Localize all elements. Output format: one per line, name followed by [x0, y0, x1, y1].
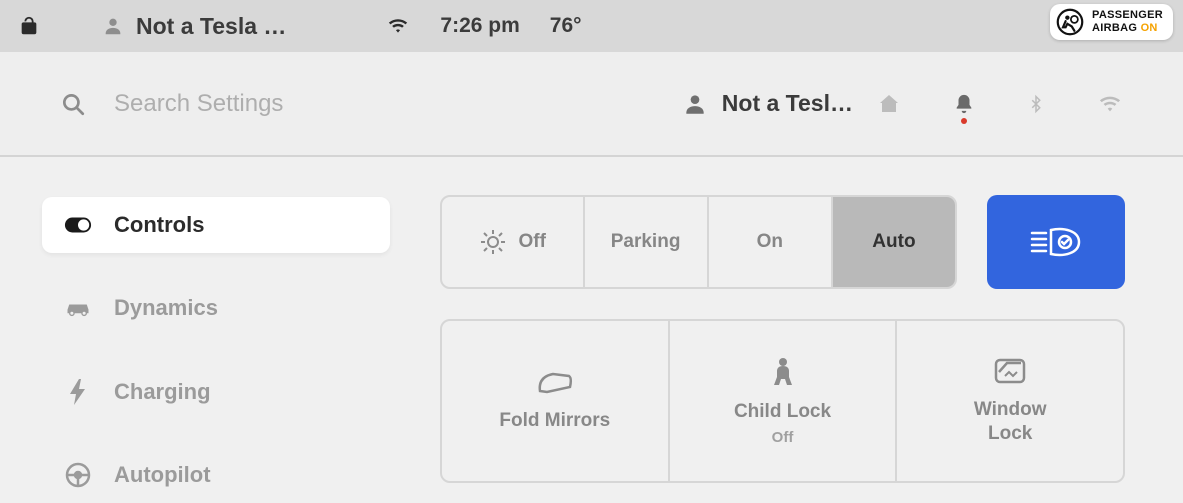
- header-icons: [877, 91, 1123, 117]
- main-content: Controls Dynamics Charging Autopilot: [0, 157, 1183, 503]
- tile-label: Window Lock: [974, 398, 1047, 446]
- window-lock-tile[interactable]: Window Lock: [897, 321, 1123, 481]
- sidebar-item-dynamics[interactable]: Dynamics: [42, 281, 390, 337]
- notification-dot: [961, 118, 967, 124]
- search-input[interactable]: Search Settings: [60, 90, 682, 118]
- profile-button[interactable]: Not a Tesl…: [682, 90, 853, 117]
- auto-high-beam-button[interactable]: [987, 195, 1125, 289]
- status-bar: Not a Tesla … 7:26 pm 76° PASSENGER AIRB…: [0, 0, 1183, 52]
- lights-row: Off Parking On Auto: [440, 195, 1125, 289]
- sidebar-item-label: Controls: [114, 212, 204, 238]
- lights-auto[interactable]: Auto: [833, 197, 955, 287]
- sidebar-item-controls[interactable]: Controls: [42, 197, 390, 253]
- bolt-icon: [64, 379, 92, 405]
- sidebar-item-label: Autopilot: [114, 462, 211, 488]
- lock-icon[interactable]: [18, 15, 40, 37]
- lights-off[interactable]: Off: [442, 197, 585, 287]
- tile-label: Child Lock: [734, 400, 831, 424]
- light-icon: [479, 228, 507, 256]
- lights-parking[interactable]: Parking: [585, 197, 709, 287]
- controls-tiles: Fold Mirrors Child Lock Off Window Lock: [440, 319, 1125, 483]
- steering-wheel-icon: [64, 462, 92, 488]
- profile-name: Not a Tesl…: [722, 90, 853, 117]
- sidebar-item-autopilot[interactable]: Autopilot: [42, 448, 390, 503]
- sidebar: Controls Dynamics Charging Autopilot: [0, 157, 420, 503]
- search-icon: [60, 91, 86, 117]
- settings-header: Search Settings Not a Tesl…: [0, 52, 1183, 157]
- clock-time: 7:26 pm: [440, 14, 519, 38]
- temperature: 76°: [550, 14, 582, 38]
- toggle-icon: [64, 216, 92, 234]
- notifications-icon[interactable]: [953, 92, 975, 116]
- window-lock-icon: [993, 356, 1027, 386]
- search-placeholder: Search Settings: [114, 90, 283, 118]
- lights-segmented: Off Parking On Auto: [440, 195, 957, 289]
- airbag-text: PASSENGER AIRBAG ON: [1092, 9, 1163, 34]
- sidebar-item-charging[interactable]: Charging: [42, 364, 390, 420]
- sidebar-item-label: Dynamics: [114, 295, 218, 321]
- passenger-airbag-badge[interactable]: PASSENGER AIRBAG ON: [1050, 4, 1173, 40]
- lights-on[interactable]: On: [709, 197, 833, 287]
- status-center: 7:26 pm 76°: [386, 14, 581, 38]
- child-lock-tile[interactable]: Child Lock Off: [670, 321, 898, 481]
- wifi-icon[interactable]: [386, 16, 410, 36]
- tile-sublabel: Off: [772, 429, 794, 446]
- fold-mirrors-tile[interactable]: Fold Mirrors: [442, 321, 670, 481]
- homelink-icon[interactable]: [877, 92, 901, 116]
- car-icon: [64, 299, 92, 317]
- sidebar-item-label: Charging: [114, 379, 211, 405]
- person-icon: [102, 15, 124, 37]
- person-icon: [682, 91, 708, 117]
- driver-profile[interactable]: Not a Tesla …: [102, 13, 286, 40]
- controls-panel: Off Parking On Auto: [420, 157, 1183, 503]
- bluetooth-icon[interactable]: [1027, 91, 1045, 117]
- airbag-icon: [1056, 8, 1084, 36]
- tile-label: Fold Mirrors: [499, 409, 610, 433]
- mirror-icon: [535, 369, 575, 397]
- child-icon: [770, 356, 796, 388]
- driver-name: Not a Tesla …: [136, 13, 286, 40]
- wifi-settings-icon[interactable]: [1097, 93, 1123, 115]
- headlight-icon: [1029, 225, 1083, 259]
